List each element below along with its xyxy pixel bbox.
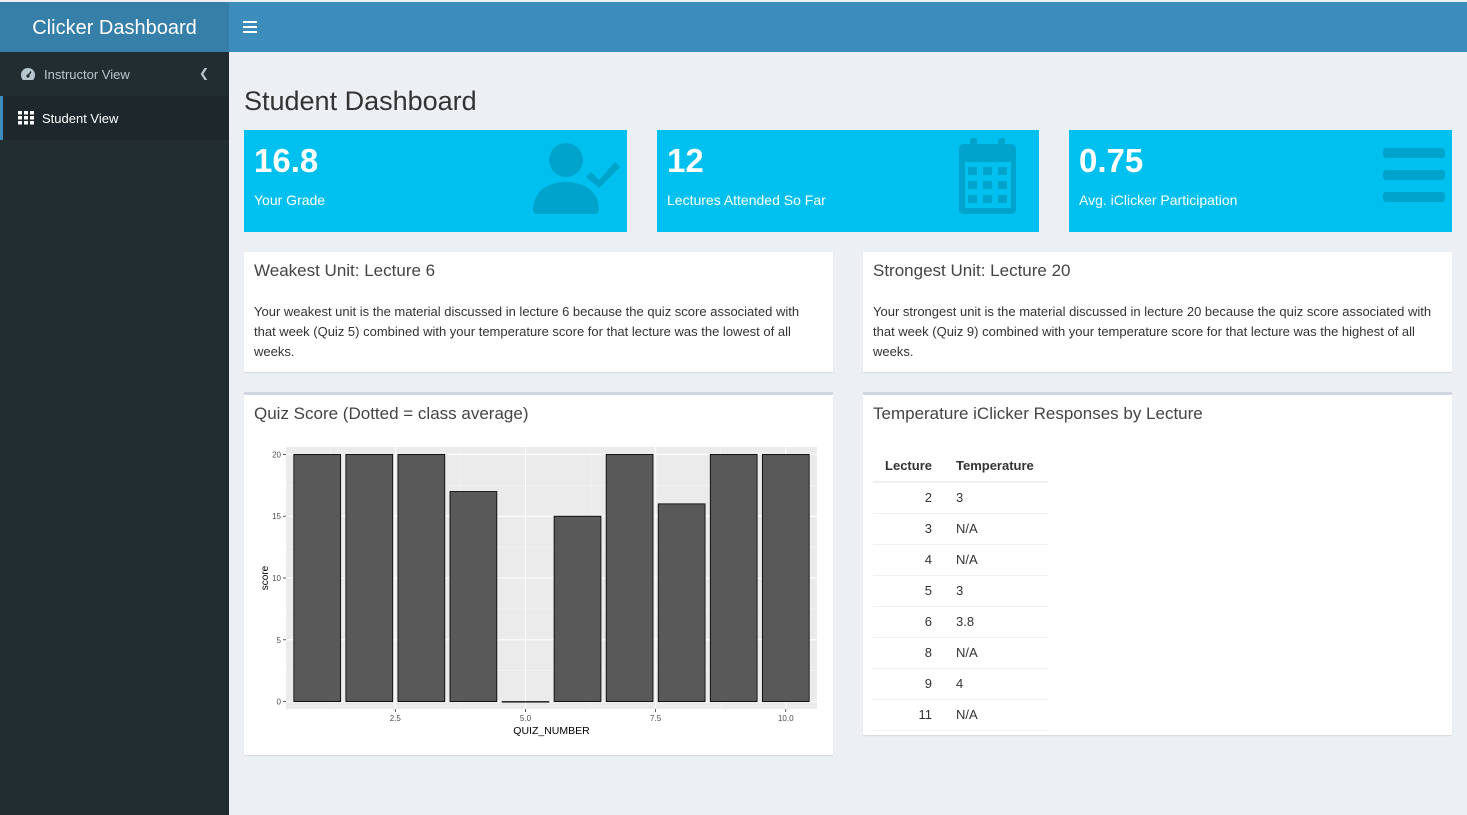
strongest-unit-box: Strongest Unit: Lecture 20 Your stronges…: [863, 252, 1452, 372]
table-cell: N/A: [944, 513, 1048, 545]
table-row: 6 3.8: [873, 606, 1048, 638]
x-axis-label: QUIZ_NUMBER: [513, 725, 590, 737]
weakest-unit-box: Weakest Unit: Lecture 6 Your weakest uni…: [244, 252, 833, 372]
info-box-label: Your Grade: [254, 192, 326, 208]
box-title: Weakest Unit: Lecture 6: [254, 261, 436, 280]
info-box-lectures: 12 Lectures Attended So Far: [657, 130, 1039, 232]
quiz-score-box: Quiz Score (Dotted = class average) 0 5 10…: [244, 392, 833, 755]
bar: [345, 454, 394, 702]
sidebar: Instructor View ❮ Student View: [0, 52, 229, 815]
table-cell: 3: [944, 482, 1048, 514]
main-content: Student Dashboard 16.8 Your Grade 12 Lec…: [229, 52, 1467, 815]
info-box-value: 12: [667, 142, 704, 179]
x-tick-label: 5.0: [520, 714, 532, 723]
table-cell: 8: [873, 637, 944, 669]
info-box-value: 16.8: [254, 142, 319, 179]
sidebar-item-label: Student View: [42, 110, 119, 126]
dashboard-icon: [21, 68, 35, 80]
bar: [605, 454, 654, 702]
bar: [293, 454, 342, 702]
table-cell: 9: [873, 668, 944, 700]
table-cell: 3: [873, 513, 944, 545]
bar: [709, 454, 758, 702]
table-header-row: Lecture Temperature: [873, 450, 1048, 483]
table-cell: N/A: [944, 544, 1048, 576]
y-tick-label: 5: [277, 636, 282, 645]
bar: [553, 515, 602, 702]
table-row: 4 N/A: [873, 544, 1048, 576]
page-title: Student Dashboard: [244, 86, 477, 116]
info-box-grade: 16.8 Your Grade: [244, 130, 627, 232]
box-body: Your weakest unit is the material discus…: [254, 304, 800, 359]
table-cell: 5: [873, 575, 944, 607]
sidebar-item-instructor-view[interactable]: Instructor View ❮: [0, 52, 229, 96]
y-tick-label: 0: [277, 698, 282, 707]
info-box-participation: 0.75 Avg. iClicker Participation: [1069, 130, 1452, 232]
list-lines-icon: [1383, 148, 1445, 202]
table-cell: 11: [873, 699, 944, 731]
table-cell: 6: [873, 606, 944, 638]
x-tick-label: 2.5: [390, 714, 402, 723]
table-cell: 4: [873, 544, 944, 576]
sidebar-toggle-icon[interactable]: [243, 18, 257, 34]
table-row: 23: [873, 482, 1048, 514]
column-header-temperature[interactable]: Temperature: [944, 450, 1048, 483]
y-axis-label: score: [260, 565, 271, 590]
temperature-box: Temperature iClicker Responses by Lectur…: [863, 392, 1452, 735]
user-check-icon: [533, 143, 620, 214]
y-tick-label: 20: [272, 450, 281, 459]
grid-icon: [18, 111, 34, 125]
x-tick-label: 7.5: [650, 714, 662, 723]
info-box-label: Lectures Attended So Far: [667, 192, 826, 208]
table-cell: N/A: [944, 637, 1048, 669]
quiz-score-chart: 0 5 10 15 20 2.5 5.0 7.5 10.0 QUIZ_NUMBER score: [260, 447, 817, 737]
table-cell: 2: [873, 482, 944, 514]
app-logo[interactable]: Clicker Dashboard: [0, 0, 229, 52]
bar: [397, 454, 446, 702]
bar: [657, 503, 706, 702]
y-tick-label: 15: [272, 512, 281, 521]
box-title: Strongest Unit: Lecture 20: [873, 261, 1071, 280]
table-cell: 4: [944, 668, 1048, 700]
sidebar-item-student-view[interactable]: Student View: [0, 96, 229, 140]
table-cell: N/A: [944, 699, 1048, 731]
y-tick-label: 10: [272, 574, 281, 583]
box-body: Your strongest unit is the material disc…: [873, 304, 1432, 359]
top-navbar: [229, 0, 1467, 52]
sidebar-item-label: Instructor View: [44, 66, 130, 82]
table-cell: 3: [944, 575, 1048, 607]
box-title: Temperature iClicker Responses by Lectur…: [873, 404, 1203, 423]
temperature-table: Lecture Temperature 23 3 N/A 4 N/A 53 6 3.8…: [873, 450, 1048, 731]
info-box-value: 0.75: [1079, 142, 1144, 179]
table-row: 3 N/A: [873, 513, 1048, 545]
column-header-lecture[interactable]: Lecture: [873, 450, 944, 483]
box-title: Quiz Score (Dotted = class average): [254, 404, 529, 423]
table-row: 53: [873, 575, 1048, 607]
bar: [501, 701, 550, 703]
bar: [761, 454, 810, 702]
table-cell: 3.8: [944, 606, 1048, 638]
table-row: 11 N/A: [873, 699, 1048, 731]
x-tick-label: 10.0: [778, 714, 794, 723]
bar: [449, 491, 498, 702]
chevron-left-icon[interactable]: ❮: [199, 66, 209, 80]
table-row: 94: [873, 668, 1048, 700]
calendar-icon: [959, 138, 1016, 214]
info-box-label: Avg. iClicker Participation: [1079, 192, 1238, 208]
table-row: 8 N/A: [873, 637, 1048, 669]
